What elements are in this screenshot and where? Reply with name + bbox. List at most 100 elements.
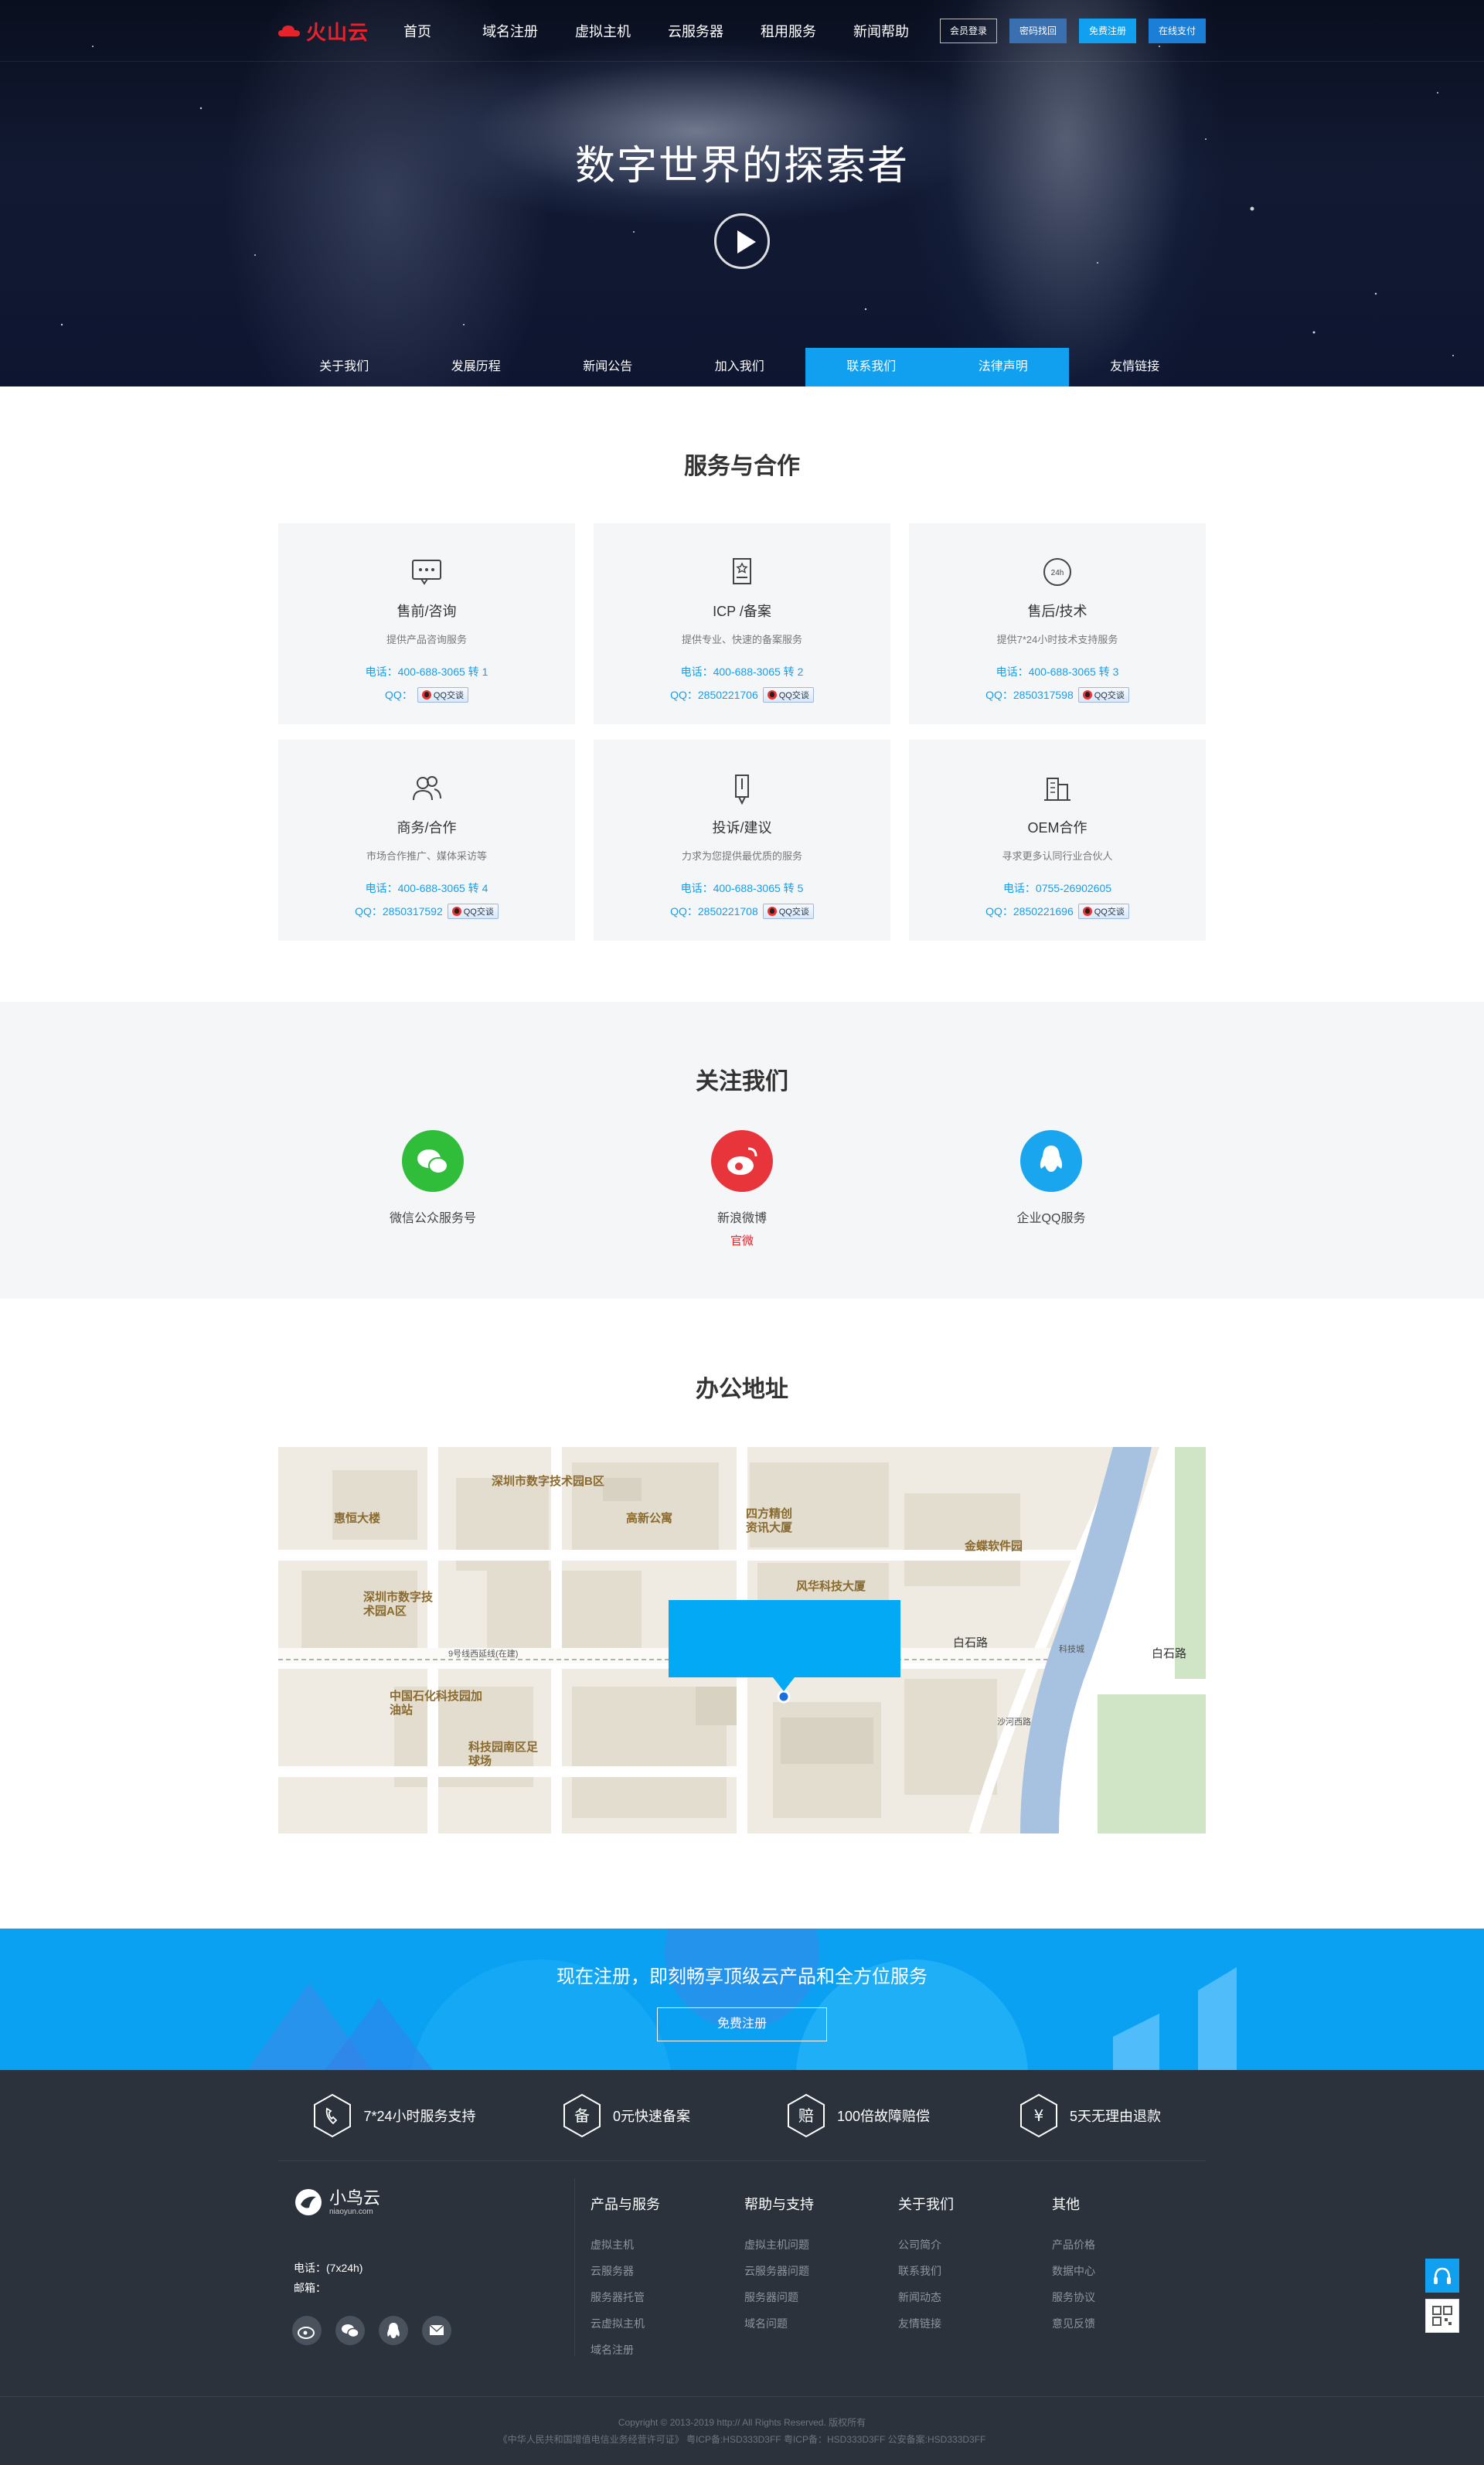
- footer-link[interactable]: 服务器问题: [744, 2290, 814, 2305]
- qrcode-float-button[interactable]: [1425, 2299, 1459, 2333]
- subnav-about[interactable]: 关于我们: [278, 348, 410, 386]
- qq-chat-button[interactable]: QQ交谈: [1077, 904, 1129, 919]
- service-desc: 力求为您提供最优质的服务: [681, 850, 802, 862]
- footer-link[interactable]: 产品价格: [1052, 2237, 1095, 2252]
- login-button[interactable]: 会员登录: [939, 19, 997, 43]
- footer-link[interactable]: 域名注册: [591, 2342, 660, 2358]
- wechat-icon[interactable]: [402, 1130, 464, 1192]
- find-password-button[interactable]: 密码找回: [1009, 19, 1067, 43]
- cta-title: 现在注册，即刻畅享顶级云产品和全方位服务: [556, 1966, 928, 1987]
- subnav-links[interactable]: 友情链接: [1069, 348, 1201, 386]
- service-title: 服务与合作: [684, 454, 800, 479]
- service-phone: 电话：400-688-3065 转 4: [365, 882, 488, 894]
- guarantee-item: 赔 100倍故障赔偿: [742, 2070, 974, 2160]
- service-desc: 寻求更多认同行业合伙人: [1002, 850, 1113, 862]
- qq-icon: [1082, 690, 1092, 700]
- service-desc: 提供专业、快速的备案服务: [681, 634, 802, 645]
- nav-vhost[interactable]: 虚拟主机: [556, 21, 649, 41]
- subnav-legal[interactable]: 法律声明: [937, 348, 1069, 386]
- qq-chat-button[interactable]: QQ交谈: [1077, 687, 1129, 703]
- nav-cloud-server[interactable]: 云服务器: [649, 21, 742, 41]
- footer-divider: [574, 2178, 575, 2356]
- service-name: 售后/技术: [1027, 604, 1087, 619]
- qq-chat-button[interactable]: QQ交谈: [762, 687, 814, 703]
- qq-icon[interactable]: [379, 2316, 408, 2345]
- follow-weibo[interactable]: 新浪微博 官微: [626, 1130, 858, 1248]
- service-card: OEM合作 寻求更多认同行业合伙人 电话：0755-26902605 QQ：28…: [909, 740, 1206, 941]
- svg-text:24h: 24h: [1051, 569, 1064, 577]
- footer-link[interactable]: 服务协议: [1052, 2290, 1095, 2305]
- service-card: 投诉/建议 力求为您提供最优质的服务 电话：400-688-3065 转 5 Q…: [594, 740, 890, 941]
- guarantee-bar: 7*24小时服务支持 备 0元快速备案 赔 100倍故障赔偿 ¥ 5天无理由退款: [278, 2070, 1206, 2161]
- footer-logo[interactable]: 小鸟云 niaoyun.com 电话：(7x24h) 邮箱：: [294, 2188, 380, 2296]
- service-desc: 市场合作推广、媒体采访等: [366, 850, 487, 862]
- headset-icon: [1434, 2267, 1451, 2284]
- customer-service-float-button[interactable]: [1425, 2259, 1459, 2293]
- sub-nav: 关于我们 发展历程 新闻公告 加入我们 联系我们 法律声明 友情链接: [0, 348, 1484, 386]
- footer-link[interactable]: 友情链接: [898, 2316, 954, 2331]
- play-video-icon[interactable]: [714, 213, 770, 269]
- weibo-icon[interactable]: [292, 2316, 322, 2345]
- logo[interactable]: 火山云: [278, 17, 371, 46]
- yen-icon: ¥: [1019, 2093, 1057, 2137]
- svg-text:¥: ¥: [1034, 2106, 1044, 2125]
- map-info-popup: [669, 1600, 900, 1691]
- footer-link[interactable]: 云服务器问题: [744, 2263, 814, 2279]
- footer-link[interactable]: 新闻动态: [898, 2290, 954, 2305]
- qq-chat-label: QQ交谈: [463, 907, 494, 917]
- weibo-icon[interactable]: [711, 1130, 773, 1192]
- footer-phone: 电话：(7x24h): [294, 2262, 363, 2274]
- footer-link[interactable]: 联系我们: [898, 2263, 954, 2279]
- pay-button[interactable]: 在线支付: [1148, 19, 1206, 43]
- hero-banner: 火山云 首页 域名注册 虚拟主机 云服务器 租用服务 新闻帮助 会员登录 密码找…: [0, 0, 1484, 386]
- qq-icon[interactable]: [1020, 1130, 1082, 1192]
- subnav-contact[interactable]: 联系我们: [805, 348, 938, 386]
- footer-link[interactable]: 域名问题: [744, 2316, 814, 2331]
- footer-link[interactable]: 意见反馈: [1052, 2316, 1095, 2331]
- official-weibo-link[interactable]: 官微: [626, 1232, 858, 1248]
- nav-home[interactable]: 首页: [371, 21, 464, 41]
- footer-link[interactable]: 虚拟主机问题: [744, 2237, 814, 2252]
- pen-icon: [735, 775, 749, 805]
- copyright-text: Copyright © 2013-2019 http:// All Rights…: [618, 2417, 866, 2428]
- footer-link[interactable]: 公司简介: [898, 2237, 954, 2252]
- qq-chat-button[interactable]: QQ交谈: [762, 904, 814, 919]
- qq-chat-label: QQ交谈: [1094, 691, 1125, 700]
- subnav-history[interactable]: 发展历程: [410, 348, 543, 386]
- qq-chat-button[interactable]: QQ交谈: [447, 904, 499, 919]
- service-qq: QQ：2850317598: [985, 689, 1074, 701]
- follow-qq[interactable]: 企业QQ服务: [935, 1130, 1167, 1226]
- footer-link[interactable]: 虚拟主机: [591, 2237, 660, 2252]
- compensation-icon: 赔: [787, 2093, 825, 2137]
- map-road-label: 9号线西延线(在建): [448, 1650, 519, 1659]
- footer: 7*24小时服务支持 备 0元快速备案 赔 100倍故障赔偿 ¥ 5天无理由退款…: [0, 2070, 1484, 2465]
- qq-chat-button[interactable]: QQ交谈: [417, 687, 468, 703]
- footer-link[interactable]: 云虚拟主机: [591, 2316, 660, 2331]
- service-qq: QQ：: [385, 689, 413, 701]
- guarantee-text: 0元快速备案: [612, 2108, 690, 2124]
- subnav-join[interactable]: 加入我们: [674, 348, 806, 386]
- register-button[interactable]: 免费注册: [1078, 19, 1136, 43]
- wechat-icon[interactable]: [335, 2316, 365, 2345]
- map-label: 深圳市数字技术园B区: [492, 1475, 604, 1488]
- footer-link[interactable]: 数据中心: [1052, 2263, 1095, 2279]
- cta-register-button[interactable]: 免费注册: [657, 2007, 827, 2041]
- footer-column-help: 帮助与支持 虚拟主机问题 云服务器问题 服务器问题 域名问题: [744, 2194, 814, 2342]
- footer-link[interactable]: 服务器托管: [591, 2290, 660, 2305]
- service-name: ICP /备案: [713, 604, 771, 619]
- nav-rental[interactable]: 租用服务: [742, 21, 835, 41]
- 24h-clock-icon: 24h: [1043, 558, 1071, 586]
- map-label: 金蝶软件园: [965, 1540, 1023, 1553]
- nav-domain[interactable]: 域名注册: [464, 21, 556, 41]
- follow-wechat[interactable]: 微信公众服务号: [317, 1130, 549, 1226]
- service-qq: QQ：2850317592: [355, 905, 443, 918]
- service-qq: QQ：2850221708: [670, 905, 758, 918]
- service-card: 24h 售后/技术 提供7*24小时技术支持服务 电话：400-688-3065…: [909, 523, 1206, 724]
- office-map[interactable]: 深圳市数字技术园B区 高新公寓 四方精创资讯大厦 惠恒大楼 金蝶软件园 深圳市数…: [278, 1447, 1206, 1833]
- nav-news-help[interactable]: 新闻帮助: [835, 21, 928, 41]
- mail-icon[interactable]: [422, 2316, 451, 2345]
- service-name: 售前/咨询: [397, 604, 457, 619]
- footer-link[interactable]: 云服务器: [591, 2263, 660, 2279]
- subnav-news[interactable]: 新闻公告: [542, 348, 674, 386]
- footer-column-about: 关于我们 公司简介 联系我们 新闻动态 友情链接: [898, 2194, 954, 2342]
